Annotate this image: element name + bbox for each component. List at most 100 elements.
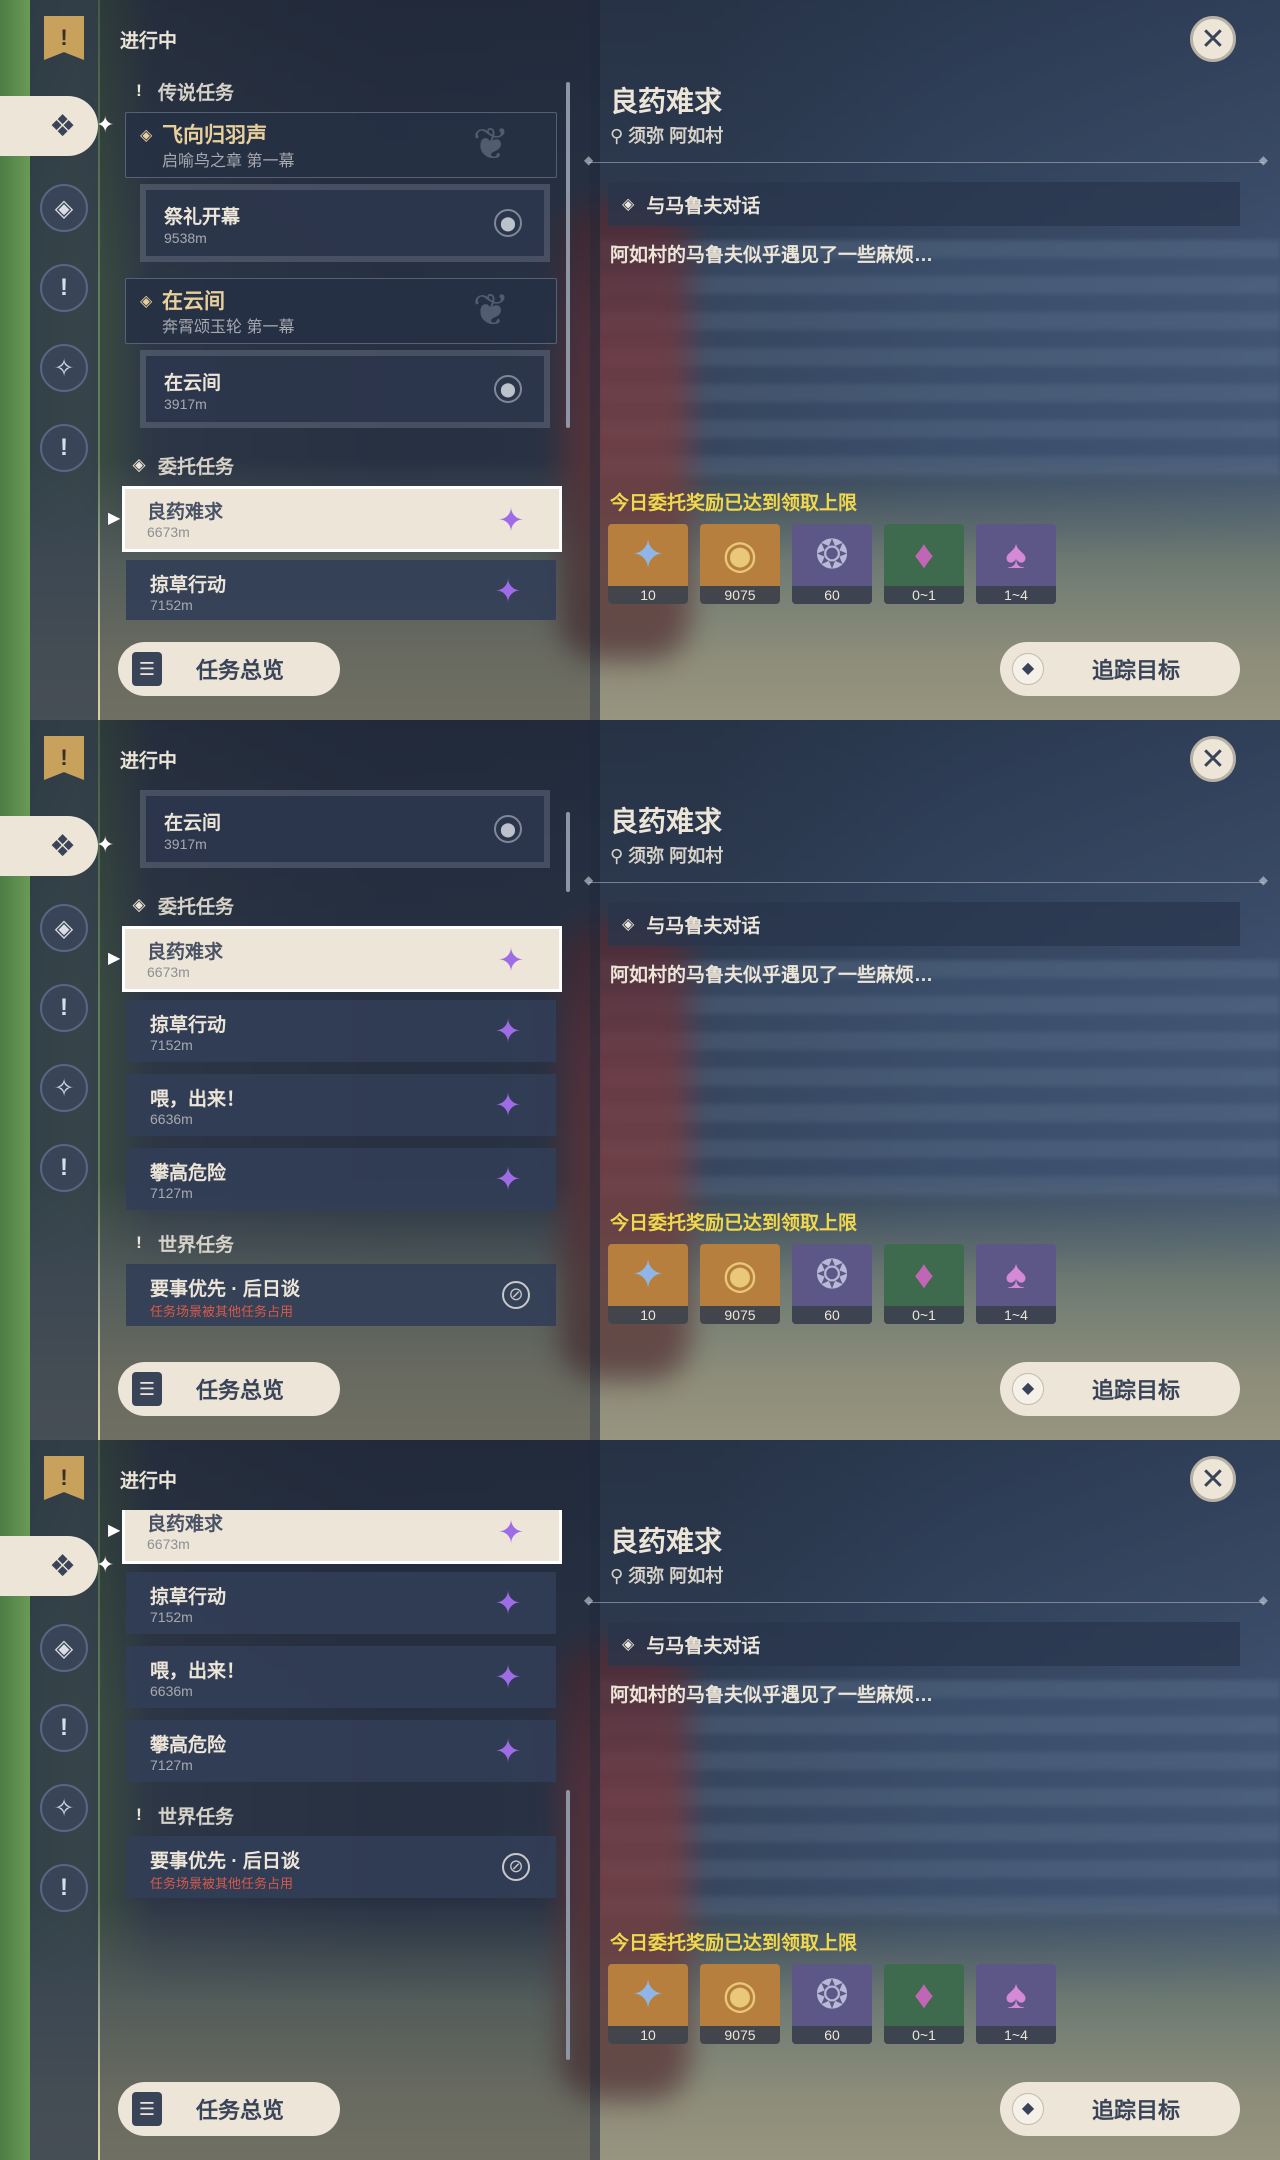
world-quest-icon[interactable]: !	[40, 1864, 88, 1912]
reward-count: 1~4	[976, 586, 1056, 604]
reward-item[interactable]: ✦ 10	[608, 1964, 688, 2044]
reward-item[interactable]: ❂ 60	[792, 524, 872, 604]
commission-category-tab[interactable]: ❖	[0, 96, 98, 156]
quest-title: 要事优先 · 后日谈	[150, 1279, 300, 1300]
track-target-button[interactable]: ◆ 追踪目标	[1000, 642, 1240, 696]
list-scrollbar[interactable]	[566, 82, 570, 428]
reward-item[interactable]: ♠ 1~4	[976, 1964, 1056, 2044]
location-pin-icon[interactable]: ⬤	[494, 209, 522, 237]
selected-quest-item[interactable]: 良药难求 6673m ✦	[122, 486, 562, 552]
quest-distance: 7152m	[150, 597, 193, 613]
crystal-chunk-icon: ♦	[913, 532, 935, 577]
sub-quest-card[interactable]: 在云间 3917m ⬤	[140, 790, 550, 868]
quest-item[interactable]: 掠草行动 7152m ✦	[126, 1572, 556, 1634]
detail-divider	[584, 873, 1268, 887]
quest-title: 攀高危险	[150, 1735, 227, 1756]
location-pin-icon[interactable]: ⬤	[494, 375, 522, 403]
quest-distance: 6673m	[147, 1536, 190, 1552]
close-button[interactable]: ✕	[1190, 736, 1236, 782]
archon-quest-icon[interactable]: ◈	[40, 1624, 88, 1672]
selected-quest-item[interactable]: 良药难求 6673m ✦	[122, 1510, 562, 1564]
sub-quest-card[interactable]: 在云间 3917m ⬤	[140, 350, 550, 428]
reward-item[interactable]: ♠ 1~4	[976, 1244, 1056, 1324]
quest-distance: 7127m	[150, 1185, 193, 1201]
objective-bar: ◈ 与马鲁夫对话	[608, 902, 1240, 946]
quest-title: 喂，出来！	[150, 1661, 246, 1682]
legend-quest-card[interactable]: ◈ ❦ 飞向归羽声 启喻鸟之章 第一幕	[125, 112, 557, 178]
quest-blocked-warning: 任务场景被其他任务占用	[150, 1876, 294, 1891]
reward-item[interactable]: ◉ 9075	[700, 1244, 780, 1324]
archon-quest-icon[interactable]: ◈	[40, 904, 88, 952]
track-label: 追踪目标	[1092, 1378, 1181, 1403]
story-quest-icon[interactable]: !	[40, 1704, 88, 1752]
crystal-cluster-icon: ♠	[1005, 1252, 1027, 1297]
commission-category-tab[interactable]: ❖	[0, 816, 98, 876]
adventure-exp-icon: ✦	[631, 1253, 665, 1297]
reward-item[interactable]: ✦ 10	[608, 1244, 688, 1324]
list-scrollbar[interactable]	[566, 812, 570, 892]
commission-category-tab[interactable]: ❖	[0, 1536, 98, 1596]
reward-list: ✦ 10 ◉ 9075 ❂ 60 ♦ 0~1 ♠ 1~4	[608, 524, 1056, 604]
reward-item[interactable]: ♦ 0~1	[884, 1244, 964, 1324]
exclamation-icon: !	[136, 1233, 142, 1252]
close-icon: ✕	[1200, 742, 1226, 776]
story-quest-icon[interactable]: !	[40, 984, 88, 1032]
quest-item[interactable]: 喂，出来！ 6636m ✦	[126, 1074, 556, 1136]
quest-overview-button[interactable]: ☰ 任务总览	[118, 1362, 340, 1416]
commission-quest-icon[interactable]: ✧	[40, 344, 88, 392]
legend-quest-card[interactable]: ◈ ❦ 在云间 奔霄颂玉轮 第一幕	[125, 278, 557, 344]
reward-item[interactable]: ❂ 60	[792, 1964, 872, 2044]
sub-quest-card[interactable]: 祭礼开幕 9538m ⬤	[140, 184, 550, 262]
reward-count: 9075	[700, 586, 780, 604]
quest-detail-title: 良药难求	[610, 1526, 723, 1557]
reward-limit-note: 今日委托奖励已达到领取上限	[610, 493, 858, 514]
selected-quest-item[interactable]: 良药难求 6673m ✦	[122, 926, 562, 992]
reward-count: 1~4	[976, 2026, 1056, 2044]
quest-description: 阿如村的马鲁夫似乎遇见了一些麻烦…	[610, 245, 934, 266]
commission-star-icon: ✦	[497, 502, 525, 538]
reward-item[interactable]: ✦ 10	[608, 524, 688, 604]
quest-item[interactable]: 攀高危险 7127m ✦	[126, 1148, 556, 1210]
quest-item[interactable]: 要事优先 · 后日谈 任务场景被其他任务占用 ⊘	[126, 1836, 556, 1898]
quest-item[interactable]: 掠草行动 7152m ✦	[126, 560, 556, 620]
objective-text: 与马鲁夫对话	[646, 1635, 761, 1657]
quest-item[interactable]: 要事优先 · 后日谈 任务场景被其他任务占用 ⊘	[126, 1264, 556, 1326]
world-quest-icon[interactable]: !	[40, 424, 88, 472]
commission-quest-icon[interactable]: ✧	[40, 1784, 88, 1832]
reward-item[interactable]: ◉ 9075	[700, 524, 780, 604]
reward-item[interactable]: ◉ 9075	[700, 1964, 780, 2044]
commission-star-icon: ✦	[494, 573, 522, 609]
sub-quest-distance: 3917m	[164, 836, 207, 852]
quest-title: 攀高危险	[150, 1163, 227, 1184]
quest-item[interactable]: 掠草行动 7152m ✦	[126, 1000, 556, 1062]
quest-item[interactable]: 攀高危险 7127m ✦	[126, 1720, 556, 1782]
reward-item[interactable]: ♦ 0~1	[884, 524, 964, 604]
story-quest-icon[interactable]: !	[40, 264, 88, 312]
objective-bar: ◈ 与马鲁夫对话	[608, 182, 1240, 226]
reward-item[interactable]: ♠ 1~4	[976, 524, 1056, 604]
location-pin-icon[interactable]: ⬤	[494, 815, 522, 843]
close-button[interactable]: ✕	[1190, 1456, 1236, 1502]
overview-label: 任务总览	[196, 1378, 285, 1403]
archon-quest-icon[interactable]: ◈	[40, 184, 88, 232]
commission-header: ◈ 委托任务	[130, 890, 234, 920]
world-quest-icon[interactable]: !	[40, 1144, 88, 1192]
section-label: 世界任务	[158, 1806, 235, 1828]
reward-list: ✦ 10 ◉ 9075 ❂ 60 ♦ 0~1 ♠ 1~4	[608, 1964, 1056, 2044]
list-scrollbar[interactable]	[566, 1790, 570, 2060]
reward-item[interactable]: ❂ 60	[792, 1244, 872, 1324]
quest-list[interactable]: 良药难求 6673m ✦ 掠草行动 7152m ✦ 喂，出来！ 6636m ✦ 攀高危险 7127m…	[120, 1510, 562, 2060]
quest-overview-button[interactable]: ☰ 任务总览	[118, 642, 340, 696]
quest-diamond-icon: ◈	[140, 127, 153, 144]
quest-item[interactable]: 喂，出来！ 6636m ✦	[126, 1646, 556, 1708]
track-target-button[interactable]: ◆ 追踪目标	[1000, 1362, 1240, 1416]
quest-list[interactable]: 在云间 3917m ⬤ ◈ 委托任务 良药难求 6673m ✦ 掠草行动 7152m ✦ 喂，出来！ 6…	[120, 790, 562, 1340]
track-target-button[interactable]: ◆ 追踪目标	[1000, 2082, 1240, 2136]
legend-subtitle: 奔霄颂玉轮 第一幕	[162, 319, 295, 336]
commission-quest-icon[interactable]: ✧	[40, 1064, 88, 1112]
quest-list[interactable]: ! 传说任务 ◈ ❦ 飞向归羽声 启喻鸟之章 第一幕 祭礼开幕 9538m ⬤ ◈ ❦ 在云间 奔霄颂玉…	[120, 70, 562, 620]
close-button[interactable]: ✕	[1190, 16, 1236, 62]
quest-overview-button[interactable]: ☰ 任务总览	[118, 2082, 340, 2136]
reward-item[interactable]: ♦ 0~1	[884, 1964, 964, 2044]
quest-log-icon: ☰	[132, 2092, 162, 2126]
